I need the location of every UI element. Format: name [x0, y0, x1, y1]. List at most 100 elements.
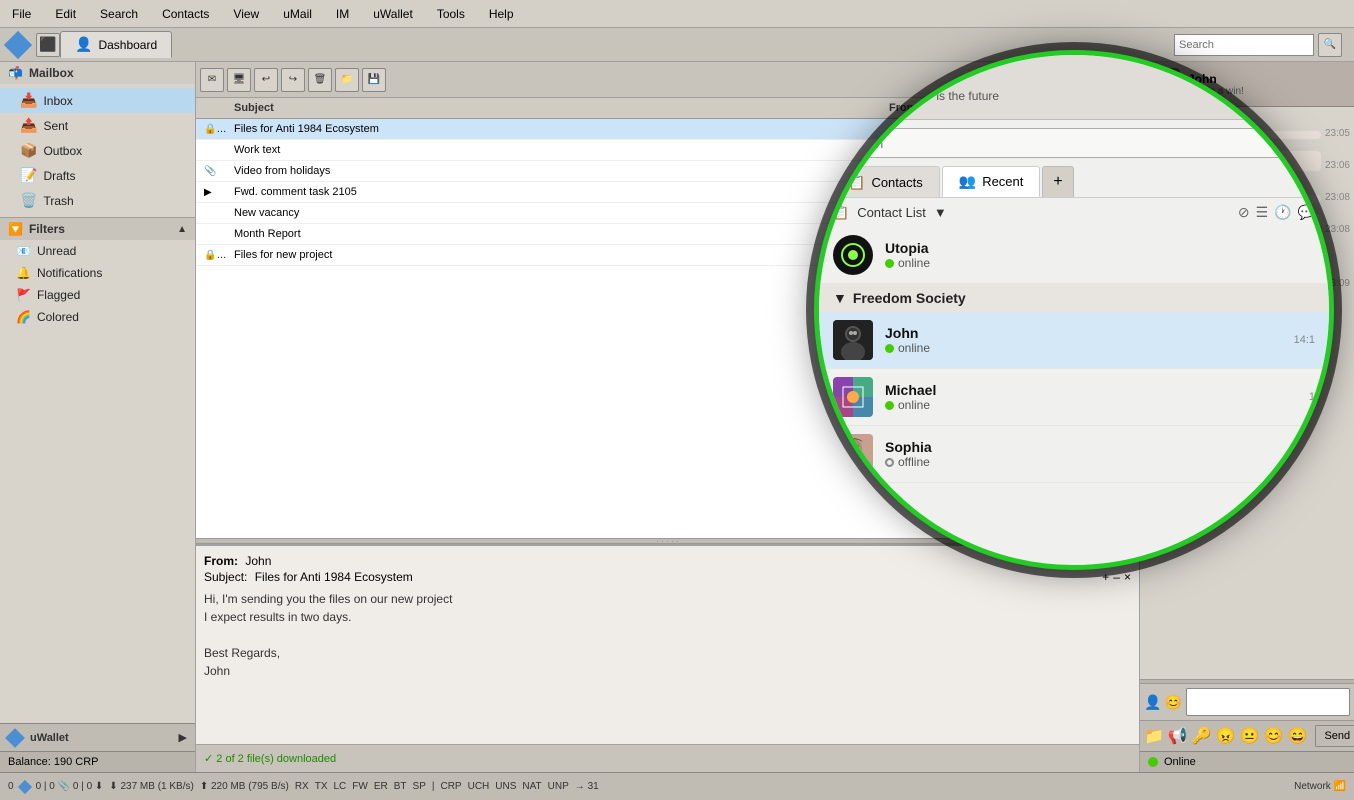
circle-chat-icon[interactable]: 💬 — [1298, 204, 1315, 221]
menu-contacts[interactable]: Contacts — [158, 5, 213, 23]
folder-list: 📥 Inbox 📤 Sent 📦 Outbox 📝 Drafts 🗑️ Tras… — [0, 84, 195, 217]
menu-uwallet[interactable]: uWallet — [369, 5, 417, 23]
filters-header[interactable]: 🔽 Filters ▲ — [0, 217, 195, 240]
chat-folder-icon[interactable]: 📁 — [1144, 726, 1164, 746]
trash-icon: 🗑️ — [20, 192, 37, 209]
circle-tabs: 📋 Contacts 👥 Recent + — [819, 166, 1329, 198]
notifications-icon: 🔔 — [16, 266, 31, 280]
john-avatar-image — [833, 320, 873, 360]
tab-recent[interactable]: 👥 Recent — [942, 166, 1041, 197]
chat-emoji-bar: 📁 📢 🔑 😠 😐 😊 😄 Send — [1140, 720, 1354, 751]
forward-btn[interactable]: ↪ — [281, 68, 305, 92]
menu-im[interactable]: IM — [332, 5, 353, 23]
colored-icon: 🌈 — [16, 310, 31, 324]
tab-dashboard[interactable]: 👤 Dashboard — [60, 31, 172, 58]
add-contact-tab-button[interactable]: + — [1042, 166, 1073, 197]
chat-emoji-4[interactable]: 😄 — [1288, 726, 1308, 746]
utopia-avatar — [833, 235, 873, 275]
menu-umail[interactable]: uMail — [279, 5, 316, 23]
contact-list-chevron-icon[interactable]: ▼ — [934, 205, 947, 220]
group-header-freedom-society[interactable]: ▼ Freedom Society — [819, 284, 1329, 312]
preview-pane: From: John Subject: Files for Anti 1984 … — [196, 544, 1139, 744]
back-btn[interactable]: ⬛ — [36, 33, 60, 57]
download-status: ✓ 2 of 2 file(s) downloaded — [204, 752, 336, 765]
left-panel: 📬 Mailbox 📥 Inbox 📤 Sent 📦 Outbox 📝 Draf… — [0, 62, 196, 772]
circle-no-icon[interactable]: ⊘ — [1238, 204, 1250, 221]
chat-person-icon[interactable]: 👤 — [1144, 694, 1161, 711]
menu-help[interactable]: Help — [485, 5, 518, 23]
menu-tools[interactable]: Tools — [433, 5, 469, 23]
flagged-icon: 🚩 — [16, 288, 31, 302]
folder-trash[interactable]: 🗑️ Trash — [0, 188, 195, 213]
folder-drafts[interactable]: 📝 Drafts — [0, 163, 195, 188]
move-btn[interactable]: 📁 — [335, 68, 359, 92]
folder-sent[interactable]: 📤 Sent — [0, 113, 195, 138]
folder-outbox[interactable]: 📦 Outbox — [0, 138, 195, 163]
menu-view[interactable]: View — [229, 5, 263, 23]
filters-collapse-icon: ▲ — [177, 224, 187, 235]
circle-search-input[interactable] — [831, 128, 1317, 158]
contact-item-michael[interactable]: Michael online 1 — [819, 369, 1329, 426]
compose-btn[interactable]: ✉ — [200, 68, 224, 92]
search-icon-btn[interactable]: 🔍 — [1318, 33, 1342, 57]
contact-list-dropdown-icon: 📋 — [833, 205, 849, 221]
preview-add-icon[interactable]: + — [1102, 570, 1109, 584]
chat-emoji-icon[interactable]: 😊 — [1164, 694, 1181, 711]
filter-flagged[interactable]: 🚩 Flagged — [0, 284, 195, 306]
contact-item-john[interactable]: John online 14:1 — [819, 312, 1329, 369]
preview-minimize-icon[interactable]: – — [1113, 570, 1120, 584]
contacts-tab-icon: 📋 — [848, 174, 865, 191]
contact-item-utopia[interactable]: Utopia online — [819, 227, 1329, 284]
chat-emoji-1[interactable]: 😠 — [1216, 726, 1236, 746]
filter-unread[interactable]: 📧 Unread — [0, 240, 195, 262]
preview-actions: + – × — [1102, 570, 1131, 584]
online-status-bar: Online — [1140, 751, 1354, 772]
menu-bar: File Edit Search Contacts View uMail IM … — [0, 0, 1354, 28]
utopia-name: Utopia — [885, 240, 1315, 256]
recent-tab-icon: 👥 — [959, 173, 976, 190]
john-time: 14:1 — [1294, 334, 1315, 346]
john-info: John online — [885, 325, 1282, 355]
michael-info: Michael online — [885, 382, 1297, 412]
john-name: John — [885, 325, 1282, 341]
chat-mic-icon[interactable]: 🔑 — [1192, 726, 1212, 746]
chat-speaker-icon[interactable]: 📢 — [1168, 726, 1188, 746]
save-btn[interactable]: 💾 — [362, 68, 386, 92]
filter-colored[interactable]: 🌈 Colored — [0, 306, 195, 328]
circle-clock-icon[interactable]: 🕐 — [1274, 204, 1291, 221]
main-search-input[interactable] — [1174, 34, 1314, 56]
monitor-btn[interactable]: 🖥 — [227, 68, 251, 92]
sent-icon: 📤 — [20, 117, 37, 134]
michael-avatar — [833, 377, 873, 417]
msg-time: 23:08 — [1325, 224, 1350, 235]
michael-avatar-image — [833, 377, 873, 417]
tab-bar: ⬛ 👤 Dashboard 🔍 — [0, 28, 1354, 62]
inbox-icon: 📥 — [20, 92, 37, 109]
mailbox-header[interactable]: 📬 Mailbox — [0, 62, 195, 84]
utopia-contact-info: Utopia online — [885, 240, 1315, 270]
filter-icon: 🔽 — [8, 222, 23, 236]
uwallet-diamond-icon — [5, 728, 25, 748]
delete-btn[interactable]: 🗑 — [308, 68, 332, 92]
circle-list-icon[interactable]: ☰ — [1256, 204, 1269, 221]
michael-status: online — [885, 398, 1297, 412]
filter-notifications[interactable]: 🔔 Notifications — [0, 262, 195, 284]
menu-edit[interactable]: Edit — [51, 5, 80, 23]
menu-search[interactable]: Search — [96, 5, 142, 23]
preview-close-icon[interactable]: × — [1124, 570, 1131, 584]
chat-input[interactable] — [1186, 688, 1350, 716]
uwallet-bar[interactable]: uWallet ▶ — [0, 723, 195, 751]
msg-time: 23:06 — [1325, 160, 1350, 171]
reply-btn[interactable]: ↩ — [254, 68, 278, 92]
chat-emoji-3[interactable]: 😊 — [1264, 726, 1284, 746]
chat-input-area: 👤 😊 — [1140, 683, 1354, 720]
drafts-icon: 📝 — [20, 167, 37, 184]
uwallet-section: uWallet ▶ Balance: 190 CRP — [0, 723, 195, 772]
crp-icon — [17, 779, 31, 793]
folder-inbox[interactable]: 📥 Inbox — [0, 88, 195, 113]
john-avatar — [833, 320, 873, 360]
contact-item-sophia[interactable]: Sophia offline — [819, 426, 1329, 483]
chat-emoji-2[interactable]: 😐 — [1240, 726, 1260, 746]
menu-file[interactable]: File — [8, 5, 35, 23]
send-button[interactable]: Send — [1315, 725, 1354, 747]
